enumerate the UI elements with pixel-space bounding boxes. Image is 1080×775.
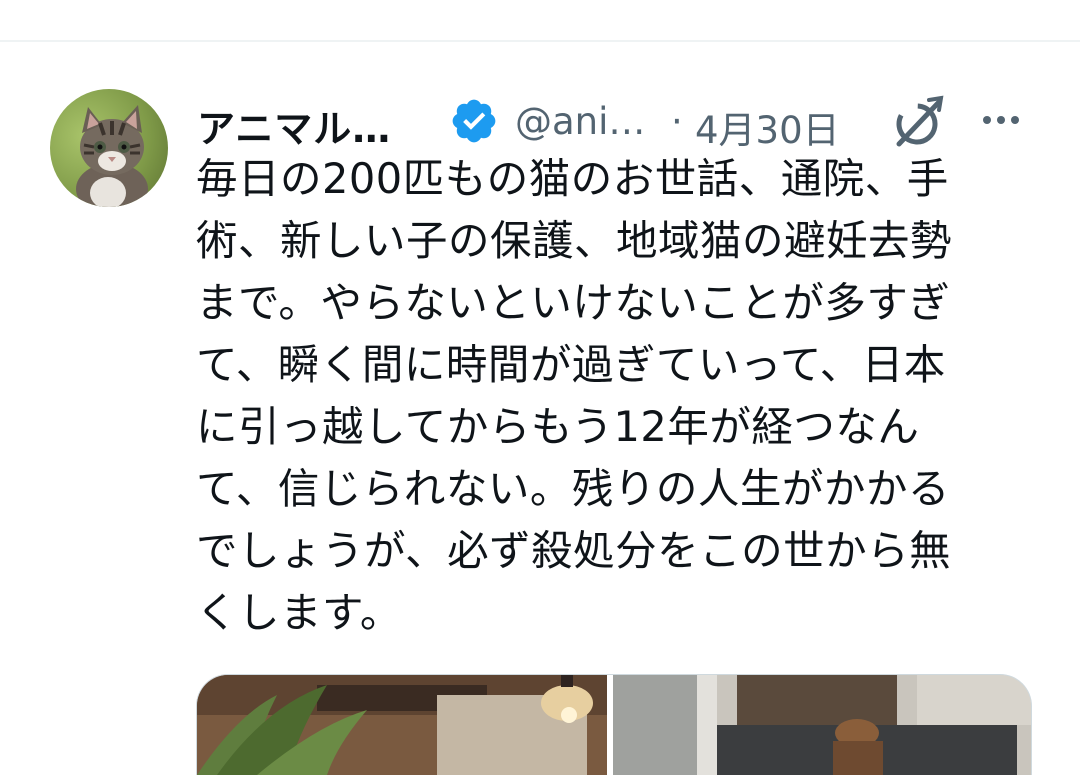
tweet[interactable]: アニマル… @ani… · 4月30日 毎日の200匹もの猫のお世話、通院、手 … [0,42,1080,775]
street-photo [613,675,1031,775]
more-options-icon[interactable] [977,104,1025,136]
author-handle[interactable]: @ani… [515,100,645,143]
author-avatar[interactable] [50,89,168,207]
grok-icon[interactable] [889,94,947,152]
author-display-name[interactable]: アニマル… [197,98,391,153]
separator-dot: · [671,100,683,143]
tweet-media[interactable] [196,674,1032,775]
tweet-body-text: 毎日の200匹もの猫のお世話、通院、手 術、新しい子の保護、地域猫の避妊去勢 ま… [196,154,953,637]
tweet-header: アニマル… @ani… · 4月30日 [197,94,1037,152]
media-images [197,675,1031,775]
restaurant-photo [197,675,607,775]
tweet-date[interactable]: 4月30日 [695,100,840,154]
kitten-avatar-image [50,89,168,207]
verified-badge-icon[interactable] [449,96,499,146]
